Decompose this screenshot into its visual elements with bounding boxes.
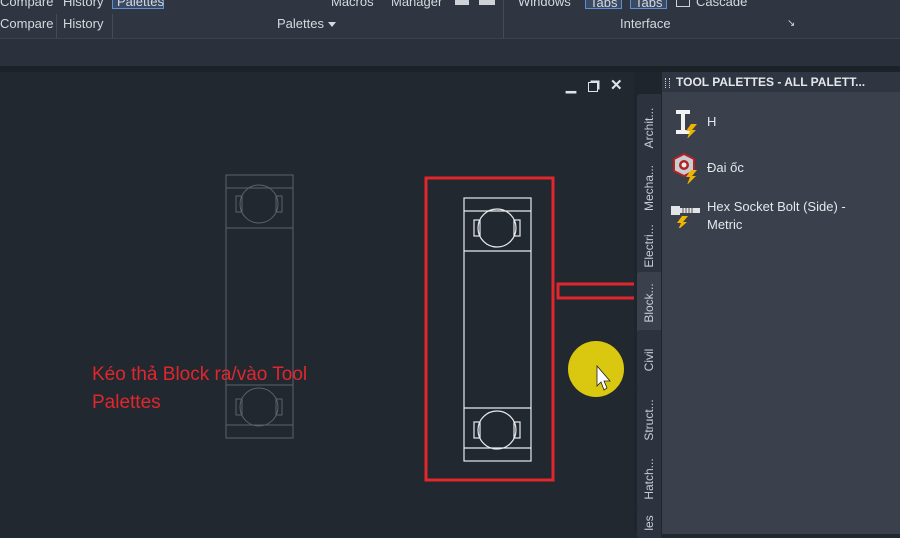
tab-architectural[interactable]: Archit... [637,94,661,162]
ribbon-history[interactable]: History [63,16,103,31]
drawing-canvas[interactable]: Kéo thả Block ra/vào Tool Palettes [0,72,634,534]
drawing-svg [225,174,634,482]
tool-item-hex-bolt[interactable]: Hex Socket Bolt (Side) - Metric [670,196,896,236]
manager-icon[interactable] [455,0,469,5]
bolt-icon [671,206,700,228]
annotation-line-1: Kéo thả Block ra/vào Tool [92,364,308,385]
chevron-down-icon[interactable] [328,22,336,27]
ribbon-compare[interactable]: Compare [0,16,53,31]
ribbon-history-top[interactable]: History [63,0,103,9]
ribbon-manager[interactable]: Manager [391,0,442,9]
dialog-launcher-icon[interactable]: ↘ [787,18,795,29]
tab-hatches[interactable]: Hatch... [637,448,661,510]
palettes-panel-label[interactable]: Palettes [277,16,324,31]
tab-civil[interactable]: Civil [637,330,661,390]
tool-label-h: H [707,114,717,129]
panel-title: TOOL PALETTES - ALL PALETT... [676,75,866,89]
tool-label-hex-bolt-line-2: Metric [707,217,743,232]
ribbon: Compare History Palettes Macros Manager … [0,0,900,38]
ribbon-tabs-2[interactable]: Tabs [630,0,668,10]
tool-item-h[interactable]: H [670,106,896,142]
tool-label-hex-bolt-line-1: Hex Socket Bolt (Side) - [707,199,846,214]
tool-label-nut: Đai ốc [707,160,744,175]
ribbon-cascade[interactable]: Cascade [696,0,747,9]
close-icon[interactable]: ✕ [610,76,623,94]
tool-item-nut[interactable]: Đai ốc [670,152,896,188]
tool-palettes-panel: TOOL PALETTES - ALL PALETT... H Đai ốc H… [662,72,900,534]
ribbon-macros[interactable]: Macros [331,0,374,9]
annotation-line-2: Palettes [92,392,161,413]
drag-arrow-part [556,282,634,300]
ribbon-windows[interactable]: Windows [518,0,571,9]
bearing-block[interactable] [463,197,532,462]
cursor-highlight [568,341,624,397]
ribbon-lower-strip [0,38,900,67]
ribbon-separator [112,14,113,38]
tab-structural[interactable]: Struct... [637,388,661,452]
ribbon-tabs-1[interactable]: Tabs [585,0,623,10]
highlight-box [424,176,555,482]
minimize-icon[interactable]: ▁ [566,78,576,94]
tab-blocks[interactable]: Block... [637,272,661,334]
tool-label-hex-bolt: Hex Socket Bolt (Side) - Metric [707,198,887,234]
tab-mechanical[interactable]: Mecha... [637,156,661,220]
drag-grip-icon[interactable] [665,78,670,88]
ribbon-palettes-top[interactable]: Palettes [117,0,164,9]
tab-electrical[interactable]: Electri... [637,215,661,277]
workspace-icon[interactable] [479,0,495,5]
annotation-text: Kéo thả Block ra/vào Tool Palettes [92,361,392,417]
cascade-icon[interactable] [676,0,690,7]
interface-panel-label: Interface [620,16,671,31]
i-beam-icon [676,110,697,138]
nut-icon [673,152,697,184]
panel-header[interactable]: TOOL PALETTES - ALL PALETT... [662,72,900,92]
ribbon-separator [56,14,57,38]
ribbon-separator [503,0,504,38]
ribbon-compare-top[interactable]: Compare [0,0,53,9]
palette-side-tabs: Archit... Mecha... Electri... Block... C… [634,72,662,538]
restore-icon[interactable] [588,82,598,92]
